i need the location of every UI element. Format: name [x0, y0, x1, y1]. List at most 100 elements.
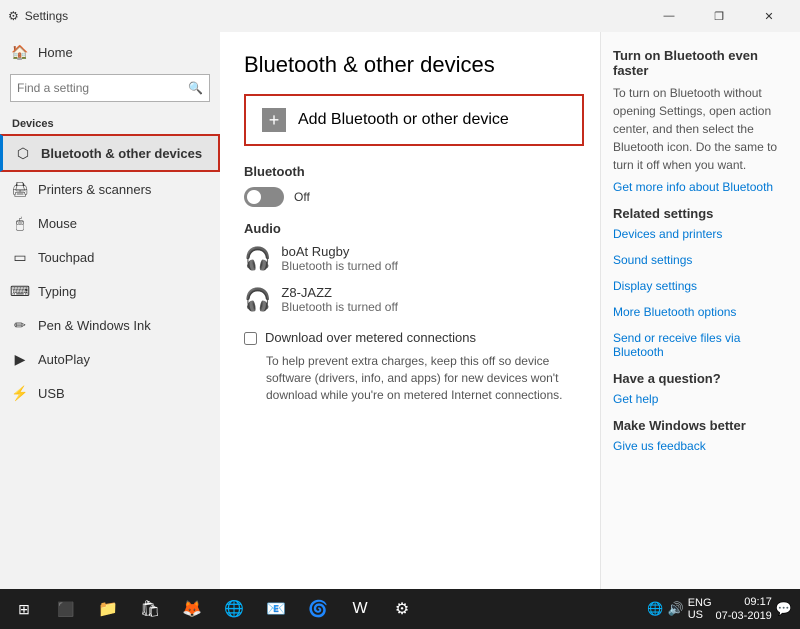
related-link-2[interactable]: Display settings	[613, 279, 788, 293]
related-link-3[interactable]: More Bluetooth options	[613, 305, 788, 319]
taskbar-left: ⊞ ⬛ 📁 🛍 🦊 🌐 📧 🌀 W ⚙	[4, 589, 422, 629]
sidebar-item-pen[interactable]: ✏ Pen & Windows Ink	[0, 308, 220, 342]
feedback-title: Make Windows better	[613, 418, 788, 433]
main-content: Bluetooth & other devices + Add Bluetoot…	[220, 32, 600, 589]
autoplay-icon: ▶	[12, 351, 28, 367]
clock-time: 09:17	[716, 595, 772, 609]
pen-icon: ✏	[12, 317, 28, 333]
sidebar-item-autoplay[interactable]: ▶ AutoPlay	[0, 342, 220, 376]
notification-icon[interactable]: 💬	[776, 601, 792, 617]
related-link-1[interactable]: Sound settings	[613, 253, 788, 267]
mail-button[interactable]: 📧	[256, 589, 296, 629]
related-link-4[interactable]: Send or receive files via Bluetooth	[613, 331, 788, 359]
maximize-button[interactable]: ❐	[696, 6, 742, 26]
sidebar-item-typing[interactable]: ⌨ Typing	[0, 274, 220, 308]
home-icon: 🏠	[12, 44, 28, 60]
settings-icon: ⚙	[8, 9, 19, 23]
taskbar-clock[interactable]: 09:17 07-03-2019	[716, 595, 772, 624]
start-button[interactable]: ⊞	[4, 589, 44, 629]
tip-title: Turn on Bluetooth even faster	[613, 48, 788, 78]
plus-icon: +	[262, 108, 286, 132]
sidebar-item-autoplay-label: AutoPlay	[38, 352, 90, 367]
device-name-2: Z8-JAZZ	[281, 285, 398, 300]
checkbox-description: To help prevent extra charges, keep this…	[244, 353, 576, 403]
add-device-button[interactable]: + Add Bluetooth or other device	[244, 94, 584, 146]
settings-taskbar-button[interactable]: ⚙	[382, 589, 422, 629]
sidebar-home[interactable]: 🏠 Home	[0, 36, 220, 68]
search-box[interactable]: 🔍	[10, 74, 210, 102]
sidebar-item-mouse-label: Mouse	[38, 216, 77, 231]
minimize-button[interactable]: —	[646, 6, 692, 26]
sidebar-item-pen-label: Pen & Windows Ink	[38, 318, 151, 333]
right-panel: Turn on Bluetooth even faster To turn on…	[600, 32, 800, 589]
lang-label: ENG	[688, 597, 712, 609]
titlebar-left: ⚙ Settings	[8, 9, 68, 23]
bluetooth-icon: ⬡	[15, 145, 31, 161]
related-link-0[interactable]: Devices and printers	[613, 227, 788, 241]
word-button[interactable]: W	[340, 589, 380, 629]
sidebar-item-printers[interactable]: 🖨 Printers & scanners	[0, 172, 220, 206]
touchpad-icon: ▭	[12, 249, 28, 265]
sidebar-item-typing-label: Typing	[38, 284, 76, 299]
titlebar: ⚙ Settings — ❐ ✕	[0, 0, 800, 32]
sidebar-item-mouse[interactable]: 🖱 Mouse	[0, 206, 220, 240]
app-container: 🏠 Home 🔍 Devices ⬡ Bluetooth & other dev…	[0, 32, 800, 589]
store-button[interactable]: 🛍	[130, 589, 170, 629]
sidebar-item-touchpad[interactable]: ▭ Touchpad	[0, 240, 220, 274]
question-title: Have a question?	[613, 371, 788, 386]
audio-device-1: 🎧 boAt Rugby Bluetooth is turned off	[244, 244, 576, 273]
metered-connections-checkbox[interactable]	[244, 332, 257, 345]
audio-device-2: 🎧 Z8-JAZZ Bluetooth is turned off	[244, 285, 576, 314]
explorer-button[interactable]: 📁	[88, 589, 128, 629]
sidebar-item-touchpad-label: Touchpad	[38, 250, 94, 265]
edge-button[interactable]: 🌐	[214, 589, 254, 629]
taskbar: ⊞ ⬛ 📁 🛍 🦊 🌐 📧 🌀 W ⚙ 🌐 🔊 ENG US 09:17 07-…	[0, 589, 800, 629]
toggle-knob	[247, 190, 261, 204]
headphone-icon-1: 🎧	[244, 246, 271, 272]
typing-icon: ⌨	[12, 283, 28, 299]
checkbox-row: Download over metered connections	[244, 330, 576, 345]
chrome-button[interactable]: 🌀	[298, 589, 338, 629]
headphone-icon-2: 🎧	[244, 287, 271, 313]
related-title: Related settings	[613, 206, 788, 221]
audio-section-title: Audio	[244, 221, 576, 236]
volume-icon: 🔊	[668, 601, 684, 617]
taskbar-right: 🌐 🔊 ENG US 09:17 07-03-2019 💬	[647, 595, 796, 624]
device-status-2: Bluetooth is turned off	[281, 300, 398, 314]
network-icon: 🌐	[647, 601, 663, 617]
mouse-icon: 🖱	[12, 215, 28, 231]
close-button[interactable]: ✕	[746, 6, 792, 26]
sidebar-home-label: Home	[38, 45, 73, 60]
tip-text: To turn on Bluetooth without opening Set…	[613, 84, 788, 174]
add-device-label: Add Bluetooth or other device	[298, 111, 509, 129]
region-label: US	[688, 609, 712, 621]
device-status-1: Bluetooth is turned off	[281, 259, 398, 273]
checkbox-label: Download over metered connections	[265, 330, 476, 345]
feedback-link[interactable]: Give us feedback	[613, 439, 788, 453]
search-icon: 🔍	[188, 81, 203, 95]
tip-link[interactable]: Get more info about Bluetooth	[613, 180, 788, 194]
sidebar-item-usb[interactable]: ⚡ USB	[0, 376, 220, 410]
usb-icon: ⚡	[12, 385, 28, 401]
bluetooth-toggle-label: Off	[294, 190, 310, 204]
clock-date: 07-03-2019	[716, 609, 772, 623]
question-link[interactable]: Get help	[613, 392, 788, 406]
search-input[interactable]	[17, 81, 188, 95]
printers-icon: 🖨	[12, 181, 28, 197]
device-name-1: boAt Rugby	[281, 244, 398, 259]
sidebar-item-bluetooth-label: Bluetooth & other devices	[41, 146, 202, 161]
sidebar-item-printers-label: Printers & scanners	[38, 182, 151, 197]
titlebar-controls: — ❐ ✕	[646, 6, 792, 26]
sidebar-item-bluetooth[interactable]: ⬡ Bluetooth & other devices	[0, 134, 220, 172]
sidebar: 🏠 Home 🔍 Devices ⬡ Bluetooth & other dev…	[0, 32, 220, 589]
sidebar-item-usb-label: USB	[38, 386, 65, 401]
toggle-row: Off	[244, 187, 576, 207]
titlebar-title: Settings	[25, 9, 68, 23]
bluetooth-section-title: Bluetooth	[244, 164, 576, 179]
task-view-button[interactable]: ⬛	[46, 589, 86, 629]
taskbar-lang: ENG US	[688, 597, 712, 621]
page-title: Bluetooth & other devices	[244, 52, 576, 78]
firefox-button[interactable]: 🦊	[172, 589, 212, 629]
sidebar-section-label: Devices	[0, 108, 220, 134]
bluetooth-toggle[interactable]	[244, 187, 284, 207]
